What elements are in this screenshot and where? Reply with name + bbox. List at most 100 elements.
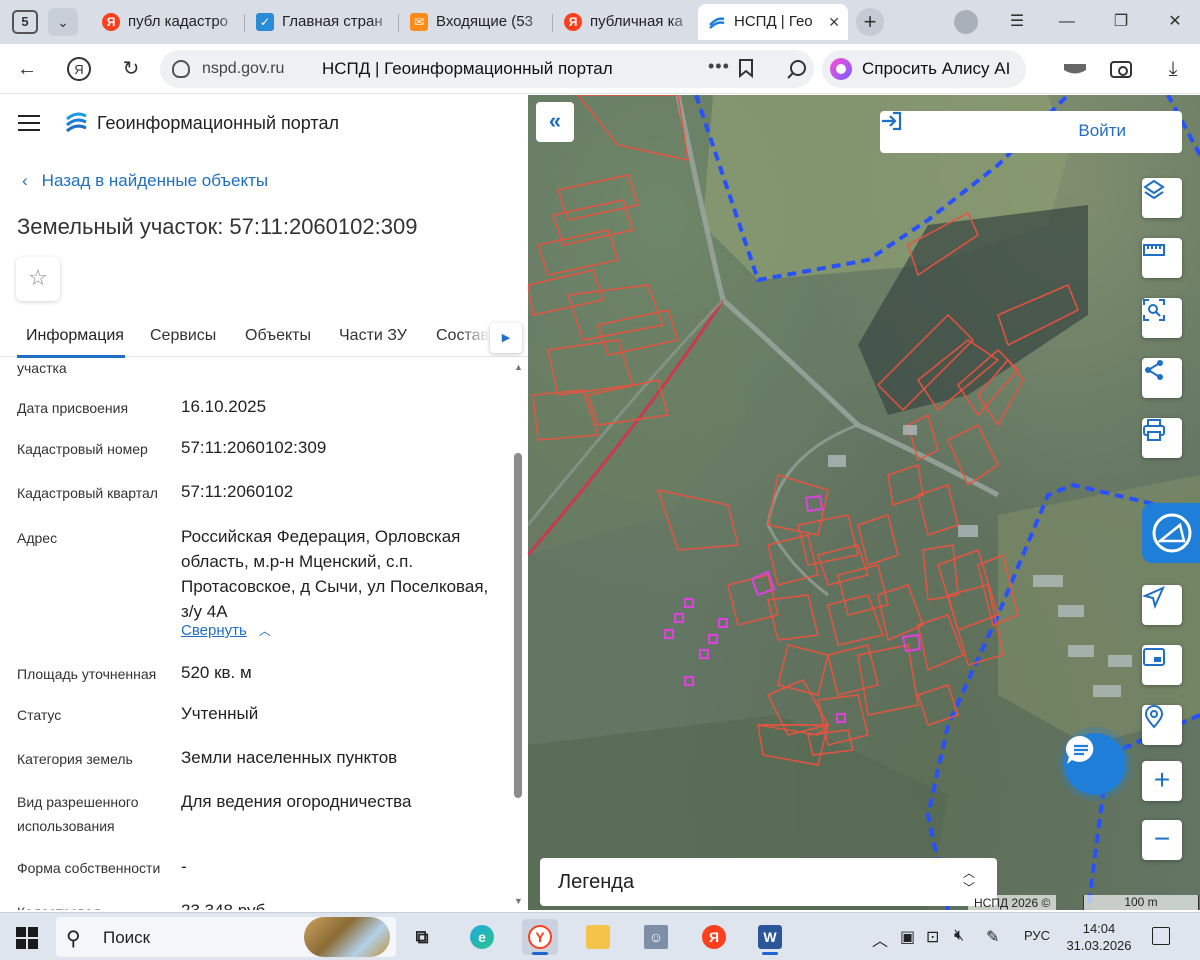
scroll-up-arrow-icon[interactable]: ▲: [514, 362, 523, 372]
minimize-icon[interactable]: —: [1052, 8, 1082, 36]
minimap-icon: [1143, 648, 1165, 666]
pin-search-button[interactable]: [1142, 705, 1182, 745]
profile-avatar[interactable]: [954, 10, 978, 34]
edge-app[interactable]: e: [464, 919, 500, 955]
zoom-out-button[interactable]: −: [1142, 820, 1182, 860]
star-icon: ☆: [28, 265, 48, 290]
attr-value: 16.10.2025: [181, 397, 267, 416]
tab-services[interactable]: Сервисы: [150, 327, 216, 345]
site-info-icon[interactable]: [172, 60, 190, 78]
info-panel: Геоинформационный портал ‹ Назад в найден…: [0, 95, 528, 910]
collapse-link[interactable]: Свернуть ︿: [181, 622, 271, 639]
tab-title: публичная ка: [590, 13, 683, 30]
tab-title: Главная стран: [282, 13, 383, 30]
tabs-next-arrow-icon[interactable]: ▶: [490, 323, 522, 353]
zoom-in-button[interactable]: +: [1142, 761, 1182, 801]
back-arrow-icon[interactable]: ←: [12, 54, 42, 84]
tab-information[interactable]: Информация: [26, 327, 124, 345]
yandex-browser-icon: Y: [528, 925, 552, 949]
browser-tab-active[interactable]: НСПД | Гео ✕: [698, 4, 848, 40]
yandex-icon: Я: [702, 925, 726, 949]
browser-tab-1[interactable]: Я публ кадастро: [92, 4, 242, 40]
tray-network-icon[interactable]: ⊡: [926, 927, 939, 947]
map-view[interactable]: « Войти + − Легенда ︿ ﹀ НСПД 2026 © 100 m: [528, 95, 1200, 910]
pinned-app[interactable]: ☺: [638, 919, 674, 955]
task-view-button[interactable]: ⧉: [404, 919, 440, 955]
menu-icon[interactable]: [18, 115, 40, 131]
yandex-browser-app[interactable]: Y: [522, 919, 558, 955]
search-icon[interactable]: [782, 50, 812, 88]
alice-icon: [830, 58, 852, 80]
area-search-button[interactable]: [1142, 298, 1182, 338]
search-icon: ⚲: [66, 928, 81, 950]
portal-name: Геоинформационный портал: [97, 113, 339, 133]
browser-tab-4[interactable]: Я публичная ка: [554, 4, 696, 40]
attr-label: Форма собственности: [17, 860, 161, 876]
login-button[interactable]: Войти: [880, 111, 1182, 153]
layers-button[interactable]: [1142, 178, 1182, 218]
bookmark-icon[interactable]: [738, 58, 754, 83]
system-clock[interactable]: 14:04 31.03.2026: [1064, 920, 1134, 954]
reload-icon[interactable]: ↻: [116, 54, 146, 84]
legend-dropdown[interactable]: Легенда ︿ ﹀: [540, 858, 997, 906]
word-icon: W: [758, 925, 782, 949]
more-dots-icon[interactable]: •••: [708, 56, 730, 77]
tray-device-icon[interactable]: ▣: [900, 927, 915, 947]
browser-menu-icon[interactable]: ☰: [1002, 8, 1032, 36]
file-explorer-app[interactable]: [580, 919, 616, 955]
minimap-button[interactable]: [1142, 645, 1182, 685]
scrollbar[interactable]: ▲ ▼: [512, 358, 524, 910]
extension-icon[interactable]: [1060, 54, 1090, 84]
attr-value: Земли населенных пунктов: [181, 748, 398, 767]
restore-icon[interactable]: ❐: [1106, 8, 1136, 36]
attr-label: Адрес: [17, 530, 58, 546]
input-language[interactable]: РУС: [1024, 928, 1050, 943]
location-search-icon: [1144, 705, 1164, 729]
browser-tab-3[interactable]: ✉ Входящие (53: [400, 4, 550, 40]
download-icon[interactable]: ⤓: [1158, 54, 1188, 84]
tray-chevron-up-icon[interactable]: ︿: [872, 927, 888, 951]
attr-label: Вид разрешенного использования: [17, 794, 139, 834]
back-to-results-link[interactable]: ‹ Назад в найденные объекты: [22, 171, 268, 191]
geolocation-button[interactable]: [1142, 585, 1182, 625]
windows-start-icon[interactable]: [16, 927, 38, 949]
nspd-widget-button[interactable]: [1142, 503, 1200, 563]
attr-label: Кадастровая: [17, 900, 167, 910]
tab-objects[interactable]: Объекты: [245, 327, 311, 345]
screenshot-icon[interactable]: [1106, 54, 1136, 84]
favorite-star-button[interactable]: ☆: [16, 257, 60, 301]
taskbar-search-box[interactable]: ⚲ Поиск: [56, 917, 396, 957]
tabs-menu-chevron-icon[interactable]: ⌄: [48, 8, 78, 36]
url-domain: nspd.gov.ru: [202, 60, 285, 77]
scroll-thumb[interactable]: [514, 453, 522, 798]
chat-button[interactable]: [1064, 733, 1126, 795]
scroll-down-arrow-icon[interactable]: ▼: [514, 896, 523, 906]
chat-bubble-icon: [1066, 735, 1094, 764]
url-box[interactable]: nspd.gov.ru НСПД | Геоинформационный пор…: [160, 50, 814, 88]
measure-button[interactable]: [1142, 238, 1182, 278]
tab-parts[interactable]: Части ЗУ: [339, 327, 407, 345]
login-arrow-icon: [882, 111, 902, 131]
share-button[interactable]: [1142, 358, 1182, 398]
ask-alice-button[interactable]: Спросить Алису AI: [822, 50, 1026, 88]
new-tab-button[interactable]: +: [856, 8, 884, 36]
collapse-panel-button[interactable]: «: [536, 102, 574, 142]
attr-value: 57:11:2060102: [181, 482, 294, 501]
task-view-icon: ⧉: [415, 927, 429, 947]
share-icon: [1145, 360, 1163, 380]
print-button[interactable]: [1142, 418, 1182, 458]
windows-taskbar: ⚲ Поиск ⧉ e Y ☺ Я W ︿ ▣ ⊡ 🔇︎ ✎ РУС 14:04…: [0, 912, 1200, 960]
close-window-icon[interactable]: ✕: [1160, 8, 1190, 36]
tray-pen-icon[interactable]: ✎: [986, 927, 999, 947]
folder-icon: [586, 925, 610, 949]
ruler-icon: [1143, 244, 1165, 256]
notifications-icon[interactable]: [1152, 927, 1170, 945]
close-tab-icon[interactable]: ✕: [828, 4, 840, 40]
yandex-app[interactable]: Я: [696, 919, 732, 955]
browser-tab-2[interactable]: ✓ Главная стран: [246, 4, 396, 40]
word-app[interactable]: W: [752, 919, 788, 955]
tab-counter[interactable]: 5: [12, 10, 38, 34]
tray-volume-muted-icon[interactable]: 🔇︎: [954, 927, 964, 945]
app-icon: ☺: [644, 925, 668, 949]
yandex-home-icon[interactable]: Я: [64, 54, 94, 84]
